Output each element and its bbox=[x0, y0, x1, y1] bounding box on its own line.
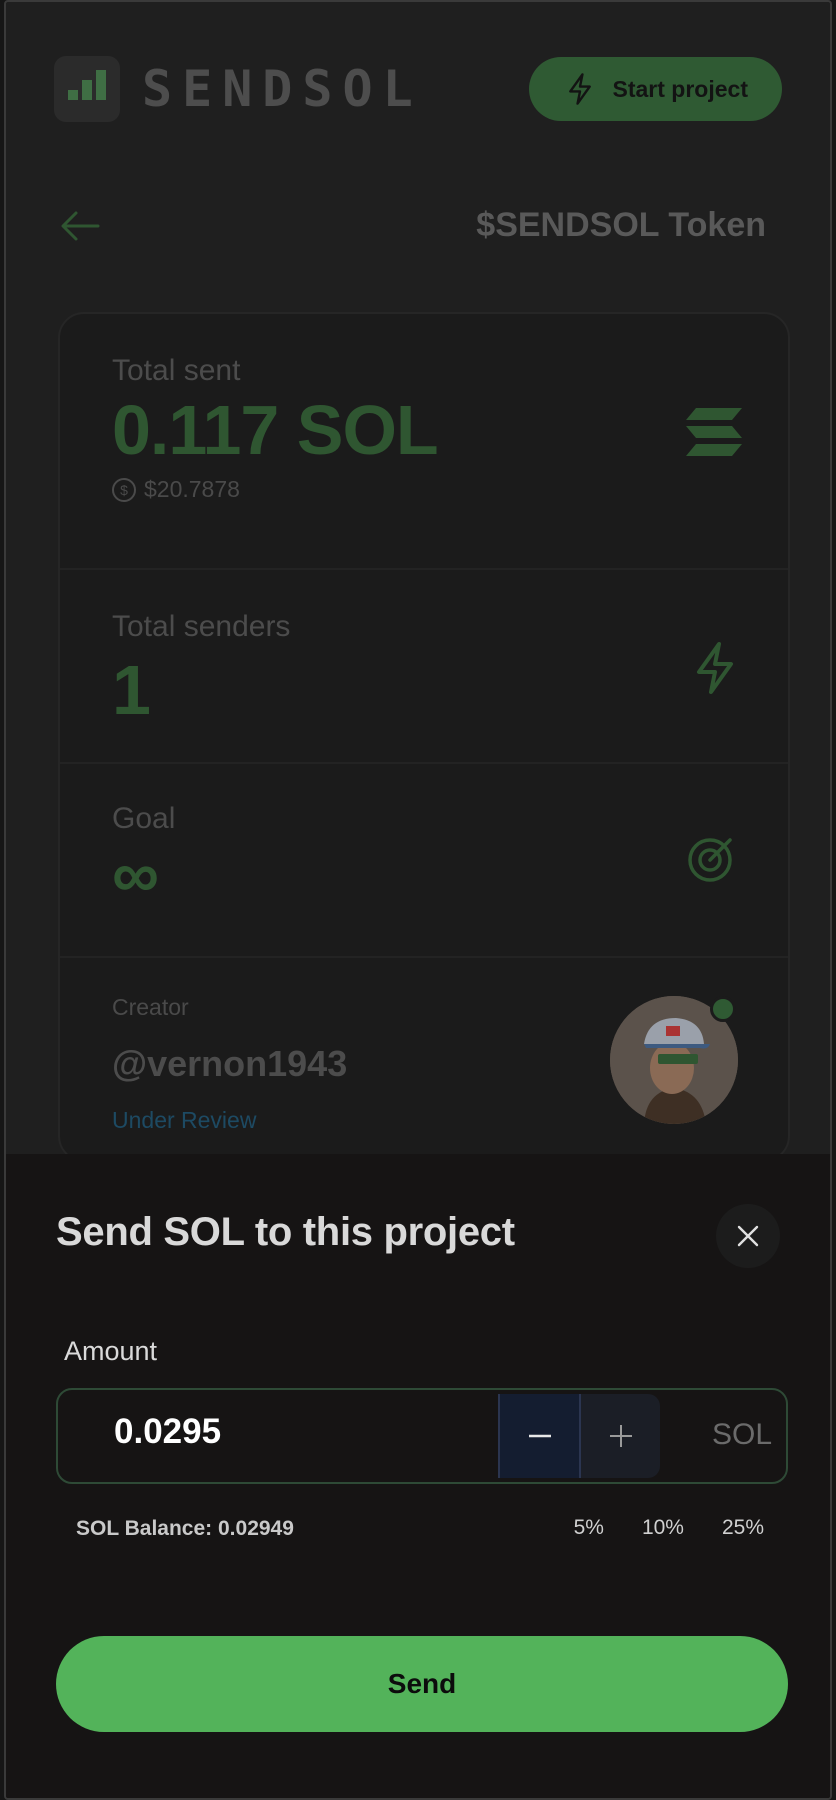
usd-line: $ $20.7878 bbox=[112, 476, 736, 503]
online-status-dot bbox=[710, 996, 736, 1022]
target-icon bbox=[688, 838, 732, 882]
total-sent-usd: $20.7878 bbox=[144, 476, 240, 502]
brand-logo[interactable]: SENDSOL bbox=[54, 56, 423, 122]
increment-button[interactable] bbox=[579, 1394, 660, 1478]
total-senders-label: Total senders bbox=[112, 610, 291, 643]
stat-creator: Creator @vernon1943 Under Review bbox=[60, 958, 788, 1160]
brand-name: SENDSOL bbox=[142, 60, 423, 118]
goal-label: Goal bbox=[112, 802, 176, 835]
total-senders-value: 1 bbox=[112, 651, 151, 729]
project-header: $SENDSOL Token bbox=[60, 206, 766, 245]
amount-stepper bbox=[498, 1394, 660, 1478]
percent-25-button[interactable]: 25% bbox=[718, 1514, 768, 1542]
lightning-icon bbox=[697, 642, 733, 694]
sol-balance: SOL Balance: 0.02949 bbox=[76, 1517, 294, 1540]
send-sheet: Send SOL to this project Amount 0.0295 S… bbox=[6, 1154, 830, 1798]
solana-icon bbox=[686, 408, 742, 456]
amount-input[interactable]: 0.0295 bbox=[114, 1412, 221, 1452]
close-button[interactable] bbox=[716, 1204, 780, 1268]
app-frame: SENDSOL Start project $SENDSOL Token Tot… bbox=[4, 0, 832, 1800]
lightning-icon bbox=[568, 73, 591, 105]
back-arrow-icon[interactable] bbox=[60, 210, 100, 242]
send-button-label: Send bbox=[387, 1668, 457, 1699]
amount-field[interactable]: 0.0295 SOL bbox=[56, 1388, 788, 1484]
project-title: $SENDSOL Token bbox=[476, 206, 766, 244]
plus-icon bbox=[609, 1425, 632, 1447]
close-icon bbox=[737, 1225, 759, 1247]
dollar-icon: $ bbox=[112, 477, 136, 502]
stats-card: Total sent 0.117 SOL $ $20.7878 Total se… bbox=[58, 312, 790, 1162]
percent-10-button[interactable]: 10% bbox=[638, 1514, 688, 1542]
minus-icon bbox=[528, 1434, 551, 1438]
stat-total-sent: Total sent 0.117 SOL $ $20.7878 bbox=[60, 314, 788, 570]
sheet-title: Send SOL to this project bbox=[56, 1210, 515, 1254]
start-project-button[interactable]: Start project bbox=[528, 57, 782, 121]
send-button[interactable]: Send bbox=[56, 1636, 788, 1732]
total-sent-value: 0.117 SOL bbox=[112, 391, 439, 469]
logo-mark-icon bbox=[54, 56, 120, 122]
amount-unit: SOL bbox=[711, 1418, 772, 1451]
percent-options: 5% 10% 25% bbox=[570, 1514, 768, 1542]
stat-goal: Goal ∞ bbox=[60, 764, 788, 958]
goal-value: ∞ bbox=[112, 837, 159, 911]
amount-label: Amount bbox=[64, 1336, 158, 1366]
start-project-label: Start project bbox=[612, 75, 748, 102]
decrement-button[interactable] bbox=[498, 1394, 579, 1478]
percent-5-button[interactable]: 5% bbox=[570, 1514, 608, 1542]
stat-total-senders: Total senders 1 bbox=[60, 570, 788, 764]
header: SENDSOL Start project bbox=[54, 54, 782, 124]
total-sent-label: Total sent bbox=[112, 354, 241, 387]
